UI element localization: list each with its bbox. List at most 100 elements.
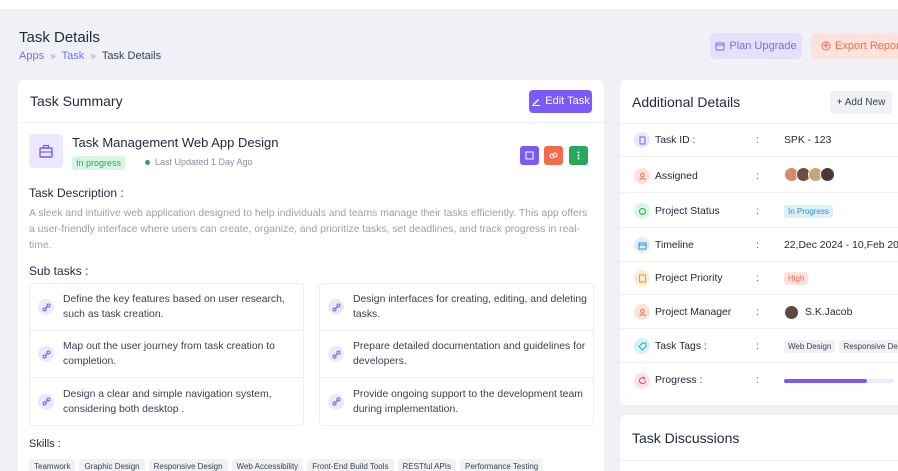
- skill-chip: Responsive Design: [148, 459, 228, 471]
- breadcrumb-separator: »: [90, 50, 96, 62]
- manager-value: S.K.Jacob: [784, 304, 853, 320]
- description-text: A sleek and intuitive web application de…: [29, 208, 588, 251]
- progress-bar-fill: [784, 378, 867, 383]
- task-tags-label: Task Tags :: [655, 340, 707, 352]
- link-icon: [549, 152, 558, 159]
- project-status-label: Project Status: [655, 205, 720, 217]
- assigned-label: Assigned: [655, 170, 698, 182]
- skills-list: Teamwork Graphic Design Responsive Desig…: [29, 459, 544, 471]
- task-heading: Task Management Web App Design In progre…: [29, 132, 594, 174]
- briefcase-icon: [29, 134, 63, 168]
- export-report-label: Export Report: [835, 40, 898, 52]
- link-icon: [38, 346, 54, 362]
- subtask-item: Design a clear and simple navigation sys…: [30, 378, 303, 425]
- detail-row-assigned: Assigned :: [620, 160, 898, 193]
- export-icon: [821, 41, 831, 51]
- subtask-text: Prepare detailed documentation and guide…: [353, 341, 586, 367]
- skill-chip: RESTful APIs: [397, 459, 456, 471]
- progress-bar: [784, 378, 894, 383]
- detail-row-timeline: Timeline : 22,Dec 2024 - 10,Feb 2024: [620, 229, 898, 262]
- more-vertical-icon: [577, 151, 580, 160]
- colon: :: [756, 306, 759, 318]
- subtask-item: Map out the user journey from task creat…: [30, 331, 303, 378]
- skill-chip: Graphic Design: [79, 459, 145, 471]
- user-icon: [634, 304, 650, 320]
- subtask-text: Design interfaces for creating, editing,…: [353, 294, 587, 320]
- subtasks-right-list: Design interfaces for creating, editing,…: [319, 283, 594, 426]
- dot-icon: [145, 159, 150, 165]
- link-icon: [38, 299, 54, 315]
- task-discussions-header: Task Discussions: [620, 415, 898, 461]
- subtasks-left-list: Define the key features based on user re…: [29, 283, 304, 426]
- colon: :: [756, 272, 759, 284]
- skill-chip: Teamwork: [29, 459, 76, 471]
- add-new-button[interactable]: + Add New: [830, 91, 892, 114]
- avatar[interactable]: [784, 304, 799, 320]
- subtask-text: Provide ongoing support to the developme…: [353, 388, 583, 415]
- project-manager-label: Project Manager: [655, 306, 732, 318]
- breadcrumb-task[interactable]: Task: [62, 50, 85, 62]
- link-icon: [328, 299, 344, 315]
- breadcrumb-separator: »: [50, 50, 56, 62]
- manager-name: S.K.Jacob: [805, 306, 853, 318]
- top-strip: [0, 0, 898, 9]
- users-icon: [634, 168, 650, 184]
- assigned-avatars: [784, 167, 835, 185]
- task-discussions-card: Task Discussions: [620, 415, 898, 471]
- edit-square-button[interactable]: [520, 146, 539, 165]
- progress-label: Progress :: [655, 375, 703, 386]
- subtask-text: Define the key features based on user re…: [63, 294, 285, 320]
- task-name: Task Management Web App Design: [72, 135, 279, 150]
- edit-task-button[interactable]: Edit Task: [529, 89, 592, 113]
- task-id-label: Task ID :: [655, 134, 696, 146]
- timeline-label: Timeline: [655, 239, 694, 251]
- task-discussions-title: Task Discussions: [632, 429, 740, 446]
- circle-icon: [634, 203, 650, 219]
- detail-row-tags: Task Tags : : Web Design Responsive De: [620, 330, 898, 363]
- edit-task-label: Edit Task: [545, 95, 590, 107]
- additional-details-card: Additional Details + Add New Task ID : :…: [620, 80, 898, 405]
- subtasks-label: Sub tasks :: [29, 264, 89, 278]
- task-summary-header: Task Summary Edit Task: [18, 80, 604, 123]
- refresh-icon: [634, 372, 650, 389]
- subtask-text: Map out the user journey from task creat…: [63, 341, 275, 367]
- subtask-text: Design a clear and simple navigation sys…: [63, 388, 272, 415]
- last-updated: Last Updated 1 Day Ago: [145, 157, 253, 167]
- link-button[interactable]: [544, 146, 563, 165]
- subtask-item: Define the key features based on user re…: [30, 284, 303, 331]
- tag-chip: Responsive De: [839, 339, 898, 353]
- calendar-icon: [634, 237, 650, 253]
- colon: :: [756, 134, 759, 146]
- plan-upgrade-button[interactable]: Plan Upgrade: [710, 33, 802, 59]
- document-icon: [634, 132, 650, 148]
- task-id-value: SPK - 123: [784, 134, 832, 146]
- colon: :: [756, 239, 759, 251]
- colon: :: [756, 375, 759, 386]
- edit-square-icon: [525, 151, 534, 160]
- last-updated-text: Last Updated 1 Day Ago: [155, 157, 253, 167]
- project-priority-label: Project Priority: [655, 272, 723, 284]
- skill-chip: Performance Testing: [460, 459, 544, 471]
- export-report-button[interactable]: Export Report: [811, 33, 898, 59]
- detail-row-status: Project Status : In Progress: [620, 195, 898, 228]
- breadcrumb-apps[interactable]: Apps: [19, 50, 44, 62]
- task-summary-card: Task Summary Edit Task Task Management W…: [18, 80, 604, 471]
- breadcrumb: Apps » Task » Task Details: [19, 50, 161, 62]
- colon: :: [756, 170, 759, 182]
- page-title: Task Details: [19, 29, 100, 46]
- avatar[interactable]: [820, 167, 835, 182]
- additional-details-title: Additional Details: [632, 93, 741, 110]
- breadcrumb-current: Task Details: [101, 50, 162, 62]
- tag-chip: Web Design: [784, 339, 836, 353]
- project-status-badge: In Progress: [784, 204, 833, 218]
- timeline-value: 22,Dec 2024 - 10,Feb 2024: [784, 239, 898, 251]
- colon: :: [756, 340, 759, 352]
- colon: :: [756, 205, 759, 217]
- link-icon: [328, 393, 344, 410]
- detail-row-task-id: Task ID : : SPK - 123: [620, 124, 898, 157]
- subtask-item: Provide ongoing support to the developme…: [320, 378, 593, 425]
- more-options-button[interactable]: [569, 146, 588, 165]
- calendar-icon: [715, 42, 725, 51]
- tags-list: Web Design Responsive De: [784, 339, 898, 353]
- skills-label: Skills :: [29, 438, 61, 450]
